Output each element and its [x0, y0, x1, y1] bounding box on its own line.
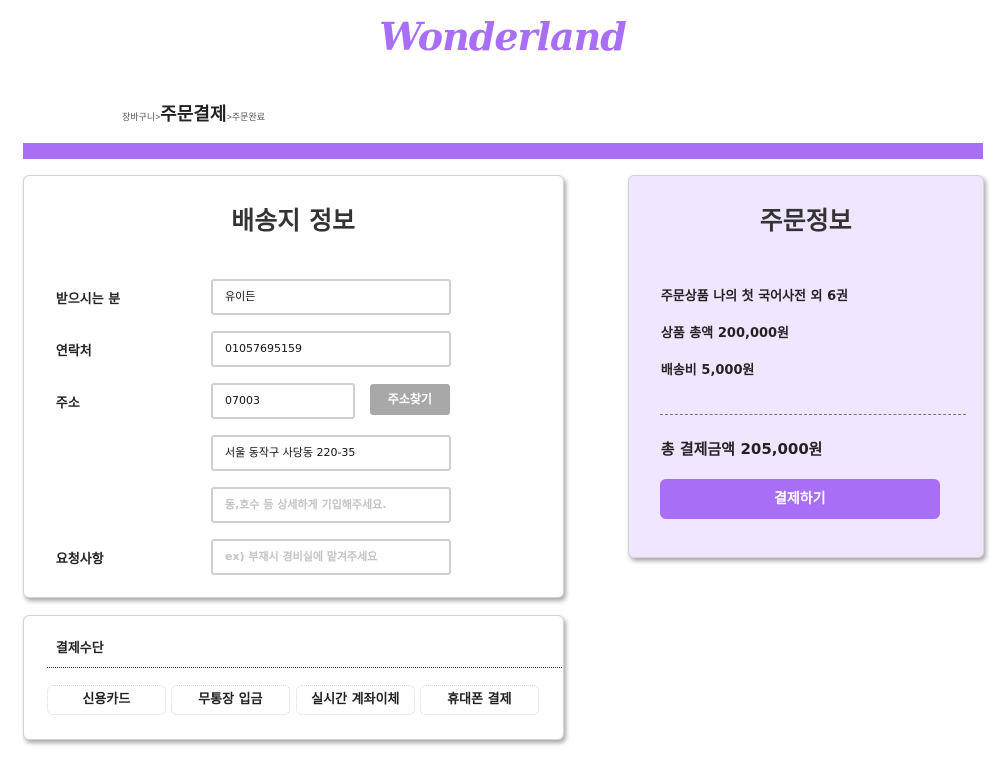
order-title: 주문정보	[759, 206, 852, 235]
order-summary-card: 주문정보 주문상품 나의 첫 국어사전 외 6권 상품 총액 200,000원 …	[628, 175, 984, 558]
phone-input[interactable]: 01057695159	[211, 331, 451, 367]
breadcrumb-cart[interactable]: 장바구니>	[122, 112, 160, 122]
order-divider	[660, 414, 966, 415]
breadcrumb-complete: >주문완료	[226, 112, 266, 122]
bank-deposit-button[interactable]: 무통장 입금	[171, 685, 290, 715]
address-label: 주소	[56, 396, 80, 411]
mobile-payment-button[interactable]: 휴대폰 결제	[420, 685, 539, 715]
brand-logo[interactable]: Wonderland	[0, 14, 1005, 59]
breadcrumb-current: 주문결제	[160, 104, 227, 124]
payment-divider	[47, 667, 562, 668]
zipcode-input[interactable]: 07003	[211, 383, 355, 419]
address-input[interactable]: 서울 동작구 사당동 220-35	[211, 435, 451, 471]
payment-method-card: 결제수단 신용카드 무통장 입금 실시간 계좌이체 휴대폰 결제	[23, 615, 564, 740]
accent-divider-bar	[23, 143, 983, 159]
request-input[interactable]: ex) 부재시 경비실에 맡겨주세요	[211, 539, 451, 575]
credit-card-button[interactable]: 신용카드	[47, 685, 166, 715]
order-subtotal-line: 상품 총액 200,000원	[661, 326, 790, 341]
order-product-line: 주문상품 나의 첫 국어사전 외 6권	[661, 289, 849, 304]
shipping-title: 배송지 정보	[231, 206, 356, 235]
breadcrumb: 장바구니>주문결제>주문완료	[122, 100, 265, 126]
find-address-button[interactable]: 주소찾기	[370, 384, 450, 415]
phone-label: 연락처	[56, 344, 92, 359]
shipping-info-card: 배송지 정보 받으시는 분 유이든 연락처 01057695159 주소 070…	[23, 175, 564, 598]
order-total-line: 총 결제금액 205,000원	[661, 440, 823, 458]
address-detail-input[interactable]: 동,호수 등 상세하게 기입해주세요.	[211, 487, 451, 523]
recipient-label: 받으시는 분	[56, 292, 121, 307]
request-label: 요청사항	[56, 552, 104, 567]
realtime-transfer-button[interactable]: 실시간 계좌이체	[296, 685, 415, 715]
recipient-input[interactable]: 유이든	[211, 279, 451, 315]
payment-title: 결제수단	[56, 641, 104, 656]
pay-button[interactable]: 결제하기	[660, 479, 940, 519]
order-shipping-line: 배송비 5,000원	[661, 363, 755, 378]
